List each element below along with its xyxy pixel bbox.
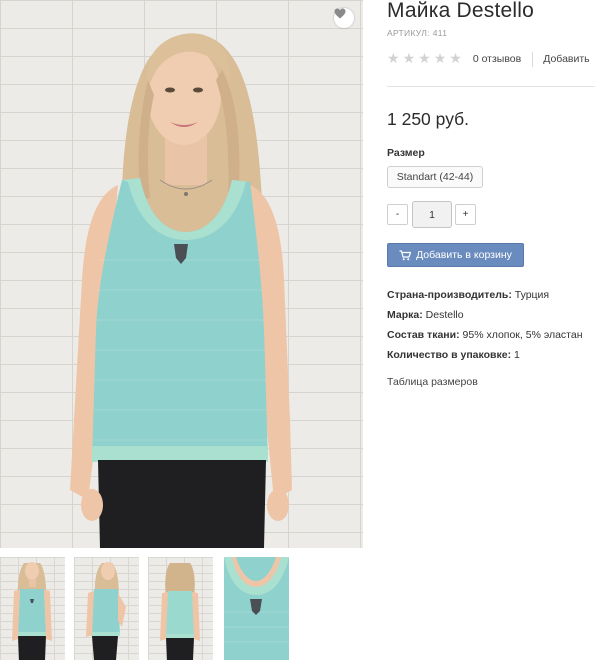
reviews-link[interactable]: 0 отзывов (473, 53, 521, 65)
thumbnail-front-view[interactable] (0, 557, 65, 660)
thumbnail-back-view[interactable] (148, 557, 213, 660)
size-option-button[interactable]: Standart (42-44) (387, 166, 483, 188)
main-product-image[interactable] (0, 0, 363, 548)
thumbnail-side-view[interactable] (74, 557, 139, 660)
sku-value: 411 (432, 28, 448, 38)
heart-icon (334, 8, 346, 19)
add-to-cart-label: Добавить в корзину (416, 249, 512, 261)
product-title: Майка Destello (387, 0, 534, 22)
property-name: Количество в упаковке: (387, 349, 512, 361)
thumbnail-fabric-closeup[interactable] (224, 557, 289, 660)
thumbnail-gallery (0, 557, 363, 660)
property-row-country: Страна-производитель: Турция (387, 288, 595, 308)
property-name: Марка: (387, 309, 423, 321)
rating-stars[interactable]: ★ ★ ★ ★ ★ (387, 52, 462, 66)
property-value: Destello (425, 309, 464, 321)
cart-icon (399, 249, 412, 260)
model-photo (70, 33, 292, 548)
thumbnail-side-image (86, 562, 126, 660)
quantity-input[interactable] (412, 201, 452, 228)
property-row-brand: Марка: Destello (387, 308, 595, 328)
property-row-fabric: Состав ткани: 95% хлопок, 5% эластан (387, 328, 595, 348)
property-name: Страна-производитель: (387, 289, 512, 301)
thumbnail-closeup-image (224, 557, 289, 660)
product-sku: АРТИКУЛ: 411 (387, 28, 447, 38)
quantity-decrease-button[interactable]: - (387, 204, 408, 225)
quantity-increase-button[interactable]: + (455, 204, 476, 225)
wishlist-button[interactable] (334, 8, 354, 28)
section-divider (387, 86, 595, 87)
add-review-link[interactable]: Добавить (543, 53, 589, 65)
product-properties: Страна-производитель: Турция Марка: Dest… (387, 288, 595, 368)
star-icon[interactable]: ★ (449, 52, 462, 66)
product-price: 1 250 руб. (387, 109, 470, 129)
rating-divider (532, 51, 534, 67)
property-value: Турция (514, 289, 550, 301)
add-to-cart-button[interactable]: Добавить в корзину (387, 243, 524, 267)
size-label: Размер (387, 147, 425, 159)
property-value: 95% хлопок, 5% эластан (462, 329, 583, 341)
property-name: Состав ткани: (387, 329, 460, 341)
product-rating: ★ ★ ★ ★ ★ 0 отзывов Добавить (387, 51, 590, 67)
property-row-pack-quantity: Количество в упаковке: 1 (387, 348, 595, 368)
sku-label: АРТИКУЛ: (387, 28, 430, 38)
property-value: 1 (514, 349, 520, 361)
star-icon[interactable]: ★ (418, 52, 431, 66)
star-icon[interactable]: ★ (387, 52, 400, 66)
star-icon[interactable]: ★ (403, 52, 416, 66)
size-table-link[interactable]: Таблица размеров (387, 376, 478, 388)
thumbnail-front-image (12, 562, 52, 660)
product-info: Майка Destello АРТИКУЛ: 411 ★ ★ ★ ★ ★ 0 о… (387, 0, 595, 660)
thumbnail-back-image (160, 563, 200, 660)
star-icon[interactable]: ★ (434, 52, 447, 66)
